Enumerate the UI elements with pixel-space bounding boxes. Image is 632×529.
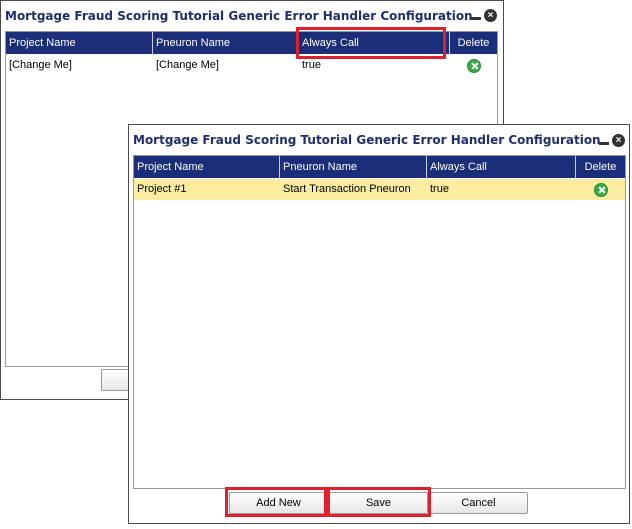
- column-project-name[interactable]: Project Name: [134, 156, 280, 178]
- delete-icon[interactable]: [593, 182, 608, 197]
- minimize-icon[interactable]: [599, 142, 609, 145]
- front-grid: Project Name Pneuron Name Always Call De…: [133, 155, 626, 489]
- front-dialog-title: Mortgage Fraud Scoring Tutorial Generic …: [133, 133, 601, 147]
- column-project-name[interactable]: Project Name: [6, 32, 153, 54]
- cell-delete: [450, 55, 497, 76]
- column-always-call[interactable]: Always Call: [299, 32, 450, 54]
- column-pneuron-name[interactable]: Pneuron Name: [153, 32, 299, 54]
- cell-delete: [576, 179, 625, 200]
- table-row[interactable]: [Change Me] [Change Me] true: [6, 55, 497, 76]
- front-grid-header: Project Name Pneuron Name Always Call De…: [134, 156, 625, 178]
- cancel-button[interactable]: Cancel: [429, 492, 528, 514]
- column-always-call[interactable]: Always Call: [427, 156, 576, 178]
- cell-pneuron-name[interactable]: [Change Me]: [153, 55, 299, 76]
- column-delete[interactable]: Delete: [576, 156, 625, 178]
- back-dialog-title: Mortgage Fraud Scoring Tutorial Generic …: [5, 9, 473, 23]
- column-pneuron-name[interactable]: Pneuron Name: [280, 156, 427, 178]
- minimize-icon[interactable]: [471, 17, 481, 20]
- cell-project-name[interactable]: [Change Me]: [6, 55, 153, 76]
- back-grid-header: Project Name Pneuron Name Always Call De…: [6, 32, 497, 54]
- save-button[interactable]: Save: [329, 492, 428, 514]
- add-new-button[interactable]: Add New: [229, 492, 328, 514]
- front-dialog: Mortgage Fraud Scoring Tutorial Generic …: [128, 124, 630, 524]
- cell-always-call[interactable]: true: [427, 179, 576, 200]
- cell-always-call[interactable]: true: [299, 55, 450, 76]
- cell-project-name[interactable]: Project #1: [134, 179, 280, 200]
- cell-pneuron-name[interactable]: Start Transaction Pneuron: [280, 179, 427, 200]
- table-row[interactable]: Project #1 Start Transaction Pneuron tru…: [134, 179, 625, 200]
- column-delete[interactable]: Delete: [450, 32, 497, 54]
- close-icon[interactable]: ×: [484, 9, 497, 22]
- delete-icon[interactable]: [466, 58, 481, 73]
- close-icon[interactable]: ×: [612, 134, 625, 147]
